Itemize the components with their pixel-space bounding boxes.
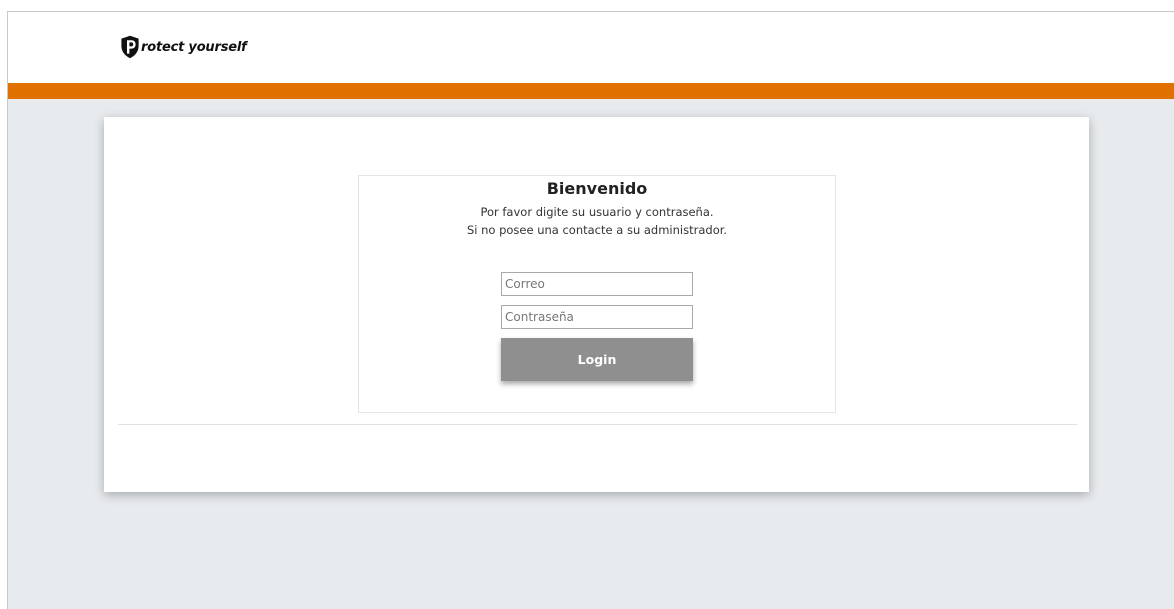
- brand-logo[interactable]: rotect yourself: [120, 34, 247, 60]
- password-field[interactable]: [501, 305, 693, 329]
- login-form: Bienvenido Por favor digite su usuario y…: [358, 175, 836, 413]
- page-title: Bienvenido: [546, 179, 648, 198]
- divider: [118, 424, 1077, 425]
- login-button[interactable]: Login: [501, 338, 693, 381]
- accent-bar: [8, 83, 1174, 99]
- login-card: Bienvenido Por favor digite su usuario y…: [104, 117, 1089, 492]
- top-navbar: rotect yourself: [8, 12, 1174, 83]
- browser-viewport: rotect yourself Bienvenido Por favor dig…: [7, 11, 1174, 609]
- instructions-line-1: Por favor digite su usuario y contraseña…: [480, 205, 714, 219]
- instructions-line-2: Si no posee una contacte a su administra…: [466, 223, 728, 237]
- email-field[interactable]: [501, 272, 693, 296]
- brand-name: rotect yourself: [141, 39, 247, 55]
- shield-p-icon: [120, 35, 140, 59]
